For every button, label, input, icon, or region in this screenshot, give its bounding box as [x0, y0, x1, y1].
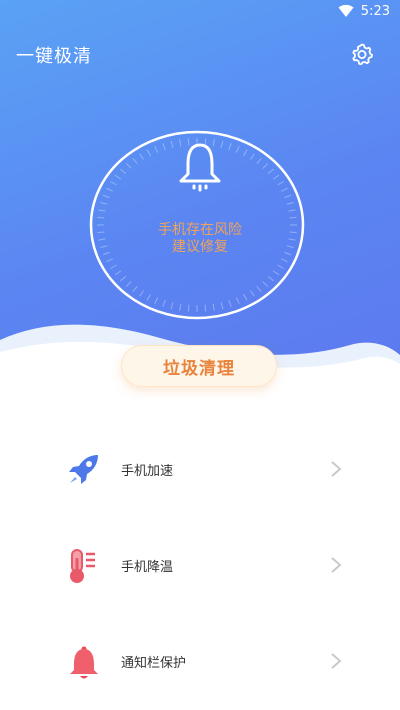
- feature-label: 手机加速: [121, 464, 174, 479]
- page-title: 一键极清: [16, 46, 92, 67]
- feature-phone-speedup[interactable]: 手机加速: [0, 438, 400, 498]
- status-time: 5:23: [360, 4, 390, 19]
- junk-clean-button[interactable]: 垃圾清理: [121, 345, 277, 387]
- chevron-right-icon: [331, 461, 342, 477]
- repair-suggestion-text: 建议修复: [172, 239, 228, 255]
- rocket-icon: [69, 455, 98, 484]
- feature-phone-cooldown[interactable]: 手机降温: [0, 534, 400, 594]
- feature-label: 手机降温: [121, 560, 174, 575]
- thermometer-icon: [70, 549, 95, 583]
- feature-label: 通知栏保护: [121, 656, 187, 671]
- risk-status-text: 手机存在风险: [158, 222, 242, 238]
- bell-icon: [179, 143, 221, 192]
- wifi-icon: [338, 4, 354, 17]
- settings-gear-icon[interactable]: [350, 42, 374, 66]
- status-bar: 5:23: [0, 0, 400, 24]
- feature-notification-protect[interactable]: 通知栏保护: [0, 630, 400, 690]
- chevron-right-icon: [331, 557, 342, 573]
- bell-icon: [70, 646, 98, 679]
- chevron-right-icon: [331, 653, 342, 669]
